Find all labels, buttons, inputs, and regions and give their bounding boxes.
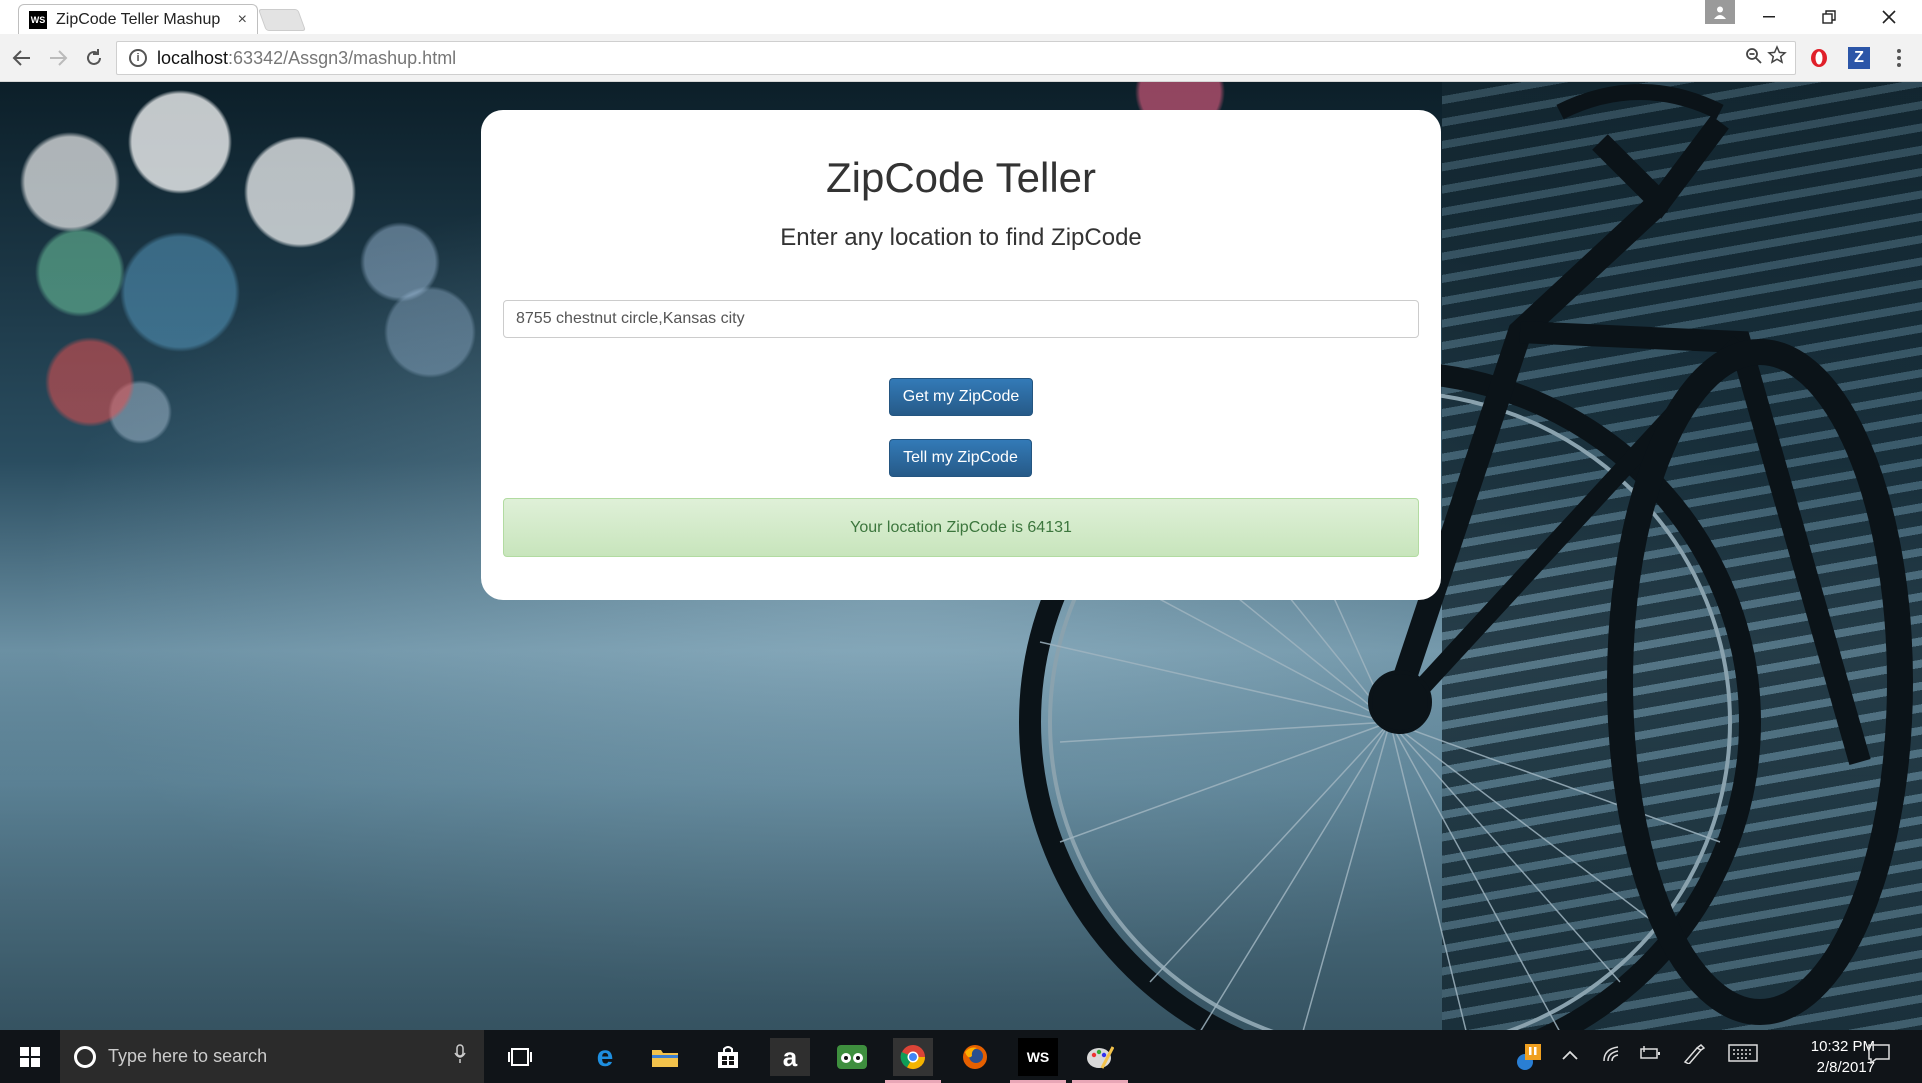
tab-close-icon[interactable]: × bbox=[238, 11, 247, 29]
location-input[interactable] bbox=[503, 300, 1419, 338]
restore-icon[interactable] bbox=[1800, 0, 1858, 34]
close-window-icon[interactable] bbox=[1860, 0, 1918, 34]
back-arrow-icon[interactable] bbox=[8, 44, 36, 72]
url-host: localhost bbox=[157, 47, 229, 68]
info-icon[interactable]: i bbox=[129, 49, 147, 67]
webstorm-icon[interactable]: WS bbox=[1018, 1038, 1058, 1076]
notification-warning-icon[interactable] bbox=[1515, 1044, 1543, 1077]
page-background: ZipCode Teller Enter any location to fin… bbox=[0, 82, 1922, 1030]
reload-icon[interactable] bbox=[80, 44, 108, 72]
browser-tab-bar: WS ZipCode Teller Mashup × bbox=[0, 0, 1922, 34]
file-explorer-icon[interactable] bbox=[645, 1038, 685, 1076]
bookmark-star-icon[interactable] bbox=[1767, 45, 1787, 71]
pen-icon[interactable] bbox=[1683, 1044, 1706, 1069]
tell-zipcode-button[interactable]: Tell my ZipCode bbox=[889, 439, 1032, 477]
taskbar-search-box[interactable]: Type here to search bbox=[60, 1030, 484, 1083]
cortana-icon bbox=[74, 1045, 96, 1068]
url-path: :63342/Assgn3/mashup.html bbox=[228, 47, 457, 68]
amazon-icon[interactable]: a bbox=[770, 1038, 810, 1076]
result-alert: Your location ZipCode is 64131 bbox=[503, 498, 1419, 557]
tray-chevron-up-icon[interactable] bbox=[1562, 1044, 1578, 1065]
action-center-icon[interactable] bbox=[1868, 1044, 1890, 1069]
screen: WS ZipCode Teller Mashup × i localhost:… bbox=[0, 0, 1922, 1083]
forward-arrow-icon[interactable] bbox=[44, 44, 72, 72]
clock-date: 2/8/2017 bbox=[1816, 1059, 1875, 1076]
system-clock[interactable]: 10:32 PM 2/8/2017 bbox=[1755, 1036, 1875, 1078]
windows-start-icon[interactable] bbox=[0, 1030, 60, 1083]
store-icon[interactable] bbox=[708, 1038, 748, 1076]
address-bar[interactable]: i localhost :63342/Assgn3/mashup.html bbox=[116, 41, 1796, 75]
opera-extension-icon[interactable] bbox=[1808, 47, 1830, 69]
webstorm-favicon-icon: WS bbox=[29, 10, 47, 29]
task-view-icon[interactable] bbox=[500, 1038, 540, 1076]
z-extension-icon[interactable]: Z bbox=[1848, 47, 1870, 69]
page-title: ZipCode Teller bbox=[825, 154, 1097, 201]
zoom-icon[interactable] bbox=[1745, 47, 1763, 70]
get-zipcode-button[interactable]: Get my ZipCode bbox=[889, 378, 1033, 416]
windows-taskbar: Type here to search e a WS 10:32 PM 2/8/… bbox=[0, 1030, 1922, 1083]
tripadvisor-icon[interactable] bbox=[832, 1038, 872, 1076]
menu-dots-icon[interactable] bbox=[1888, 47, 1910, 69]
firefox-icon[interactable] bbox=[955, 1038, 995, 1076]
browser-toolbar: i localhost :63342/Assgn3/mashup.html Z bbox=[0, 34, 1922, 82]
browser-tab[interactable]: WS ZipCode Teller Mashup × bbox=[18, 4, 258, 34]
page-subtitle: Enter any location to find ZipCode bbox=[780, 224, 1142, 251]
profile-icon[interactable] bbox=[1705, 0, 1735, 24]
clock-time: 10:32 PM bbox=[1810, 1038, 1875, 1055]
new-tab-button[interactable] bbox=[257, 9, 307, 31]
chrome-icon[interactable] bbox=[893, 1038, 933, 1076]
tab-title: ZipCode Teller Mashup bbox=[56, 10, 221, 28]
minimize-icon[interactable] bbox=[1740, 0, 1798, 34]
keyboard-icon[interactable] bbox=[1728, 1044, 1758, 1067]
battery-icon[interactable] bbox=[1640, 1044, 1662, 1065]
zipcode-card: ZipCode Teller Enter any location to fin… bbox=[481, 110, 1441, 600]
microphone-icon[interactable] bbox=[454, 1044, 466, 1069]
edge-browser-icon[interactable]: e bbox=[585, 1038, 625, 1076]
search-placeholder: Type here to search bbox=[108, 1046, 268, 1066]
paint-icon[interactable] bbox=[1080, 1038, 1120, 1076]
wifi-icon[interactable] bbox=[1602, 1044, 1622, 1067]
